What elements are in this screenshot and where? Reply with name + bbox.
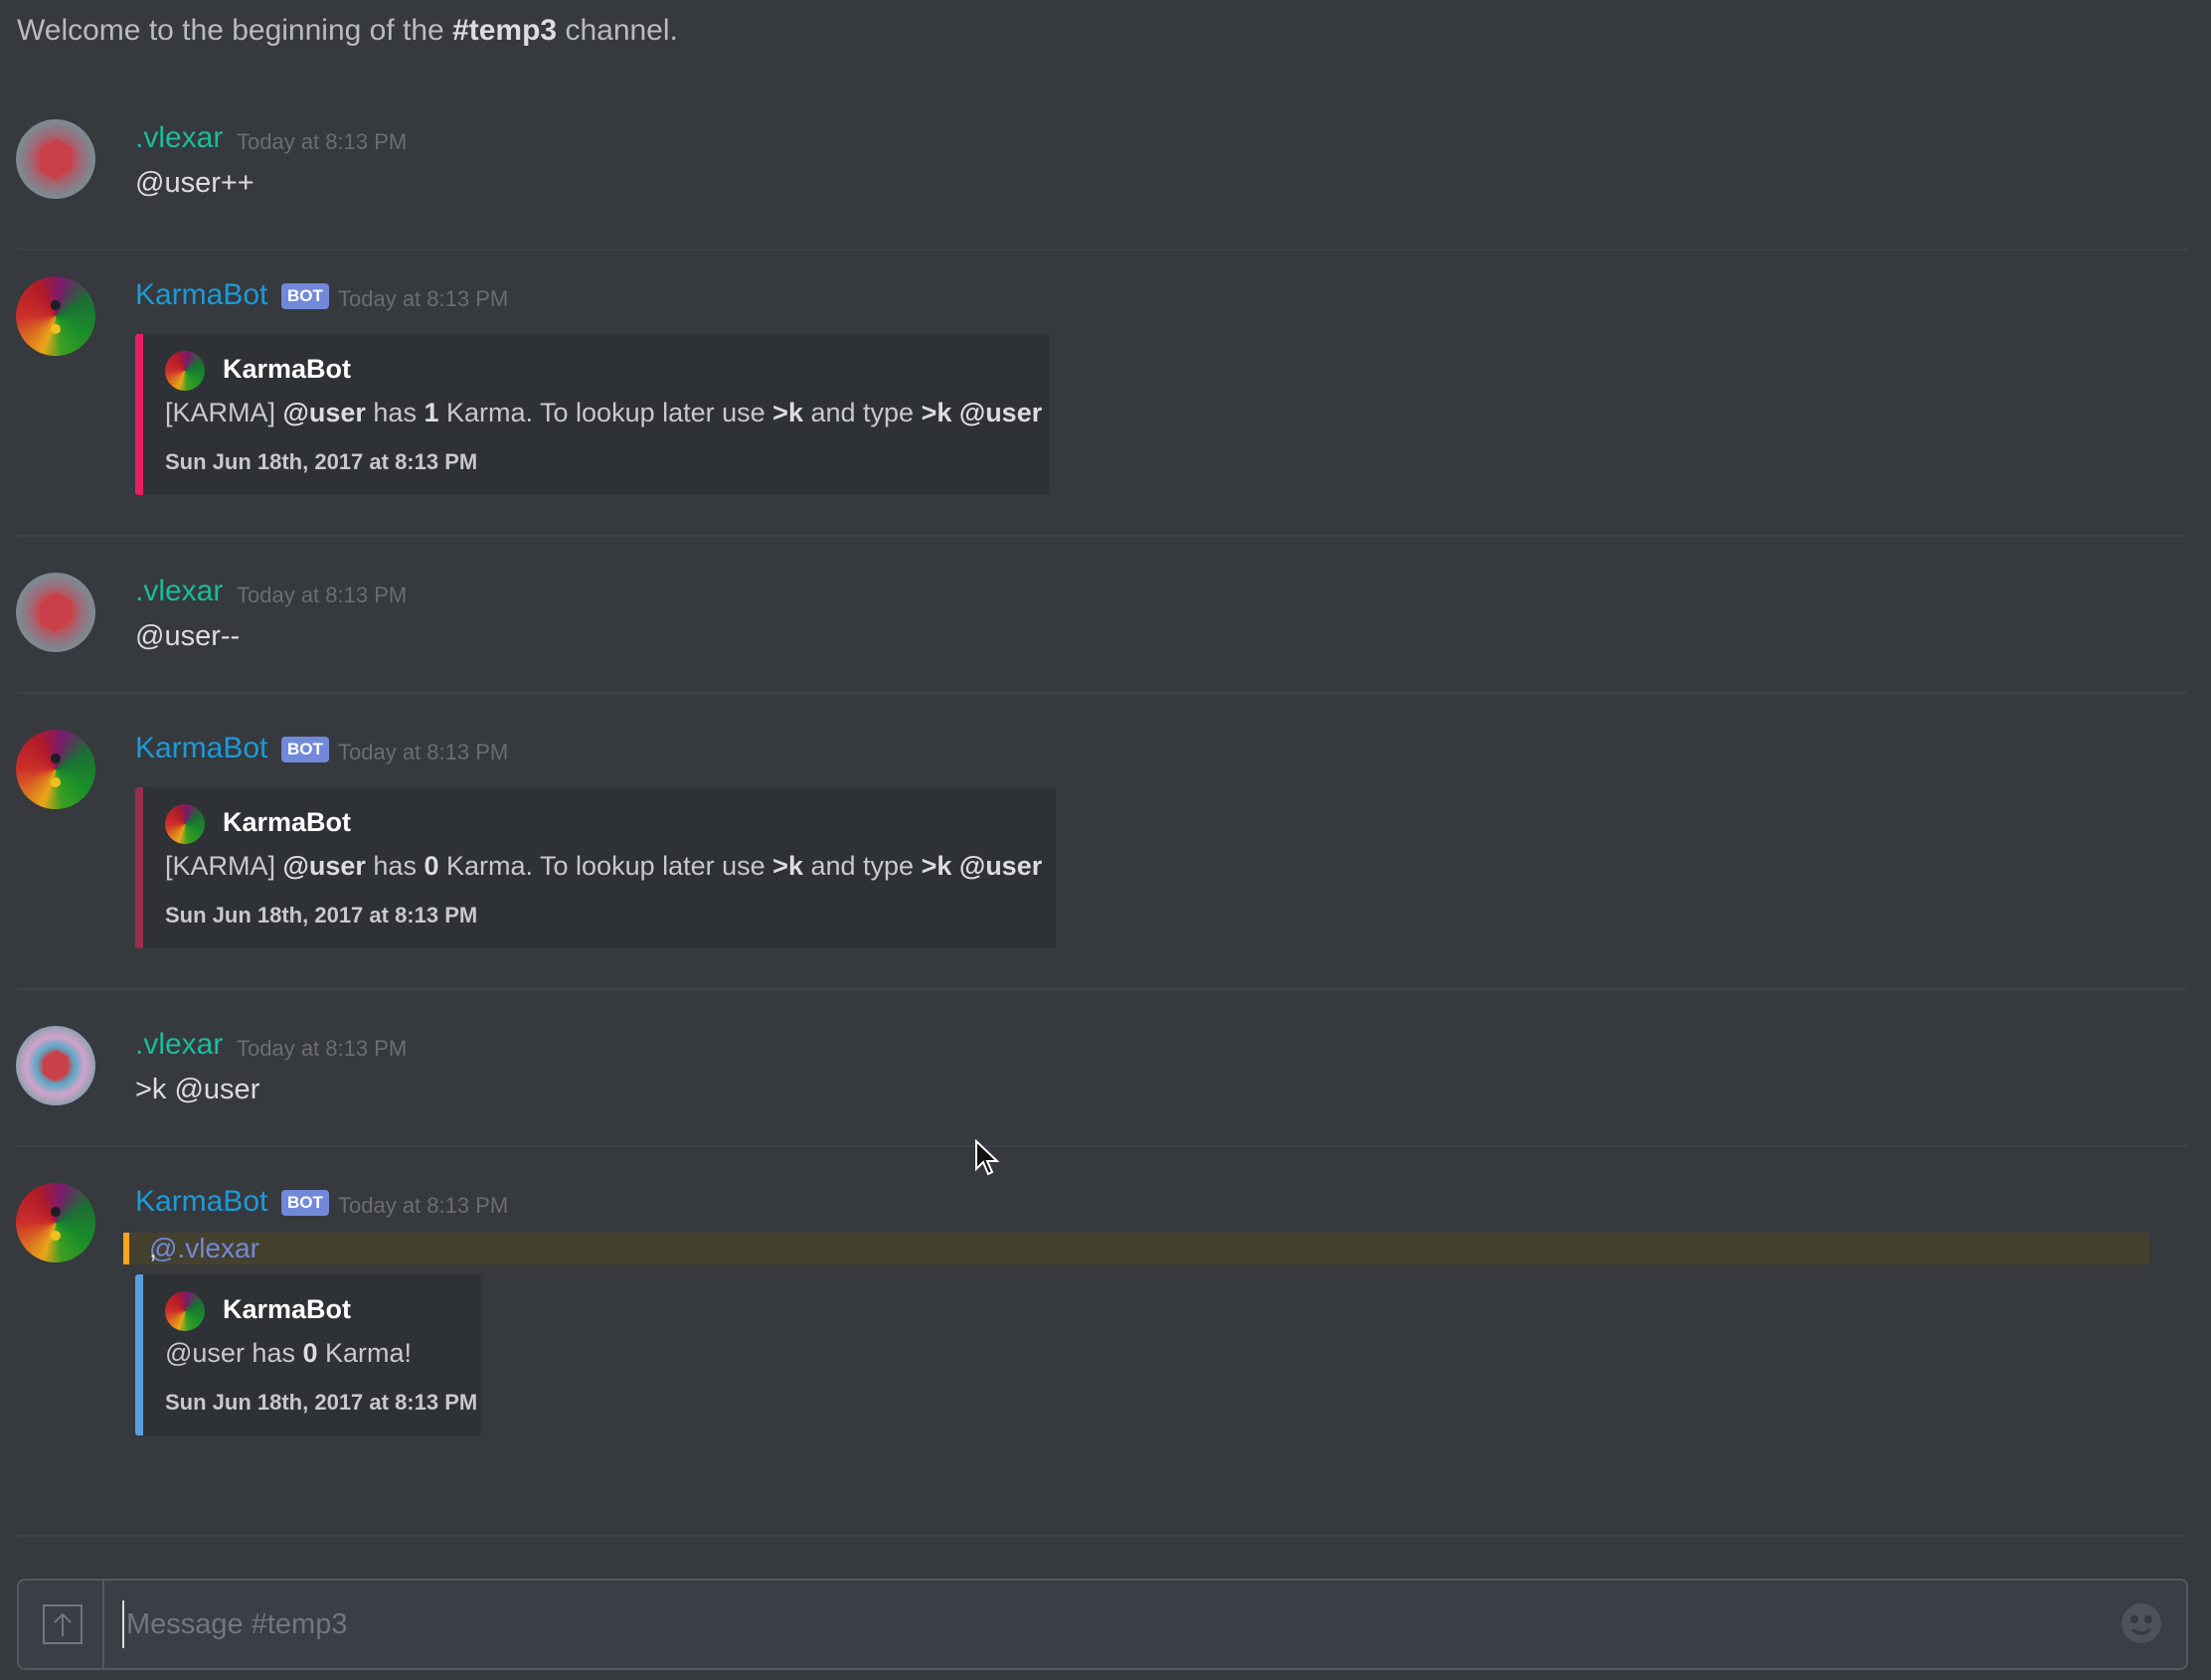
embed-author-avatar xyxy=(165,351,205,391)
message-divider xyxy=(17,692,2187,694)
message-divider xyxy=(17,249,2187,251)
message-divider xyxy=(17,1535,2187,1537)
desc-text: @user has xyxy=(165,1338,303,1368)
desc-command: >k xyxy=(772,851,803,881)
message-timestamp: Today at 8:13 PM xyxy=(338,1193,509,1218)
welcome-prefix: Welcome to the beginning of the xyxy=(17,14,453,47)
message-content: @user++ xyxy=(135,167,255,199)
welcome-channel-name: #temp3 xyxy=(452,14,558,47)
message-author[interactable]: KarmaBot xyxy=(135,732,267,765)
embed-description: @user has 0 Karma! xyxy=(165,1338,412,1369)
embed-footer: Sun Jun 18th, 2017 at 8:13 PM xyxy=(165,903,478,927)
desc-text: Karma. To lookup later use xyxy=(438,851,773,881)
embed-author-avatar xyxy=(165,1291,205,1331)
desc-text: [KARMA] xyxy=(165,398,283,427)
embed-description: [KARMA] @user has 0 Karma. To lookup lat… xyxy=(165,851,1042,882)
embed: KarmaBot [KARMA] @user has 0 Karma. To l… xyxy=(135,787,1056,948)
message-author[interactable]: KarmaBot xyxy=(135,1185,267,1219)
avatar[interactable] xyxy=(16,730,95,809)
channel-welcome: Welcome to the beginning of the #temp3 c… xyxy=(17,14,678,48)
mention-highlight: @.vlexar, xyxy=(123,1233,2149,1264)
desc-text: has xyxy=(365,398,425,427)
desc-text: has xyxy=(365,851,425,881)
embed-author: KarmaBot xyxy=(223,354,352,384)
desc-command: >k @user xyxy=(921,851,1043,881)
message-timestamp: Today at 8:13 PM xyxy=(338,286,509,311)
mention-suffix: , xyxy=(149,1233,157,1263)
embed: KarmaBot @user has 0 Karma! Sun Jun 18th… xyxy=(135,1274,481,1435)
desc-command: >k @user xyxy=(921,398,1043,427)
upload-icon[interactable] xyxy=(41,1602,85,1646)
embed-description: [KARMA] @user has 1 Karma. To lookup lat… xyxy=(165,398,1042,428)
bot-badge: BOT xyxy=(281,737,329,762)
avatar[interactable] xyxy=(16,1183,95,1262)
message-content: @user-- xyxy=(135,620,241,652)
mouse-cursor-icon xyxy=(975,1139,1000,1176)
desc-mention: @user xyxy=(282,398,366,427)
message-composer xyxy=(17,1579,2188,1670)
message-divider xyxy=(17,1145,2187,1147)
avatar[interactable] xyxy=(16,573,95,652)
avatar[interactable] xyxy=(16,276,95,356)
desc-text: and type xyxy=(810,398,922,427)
desc-text: and type xyxy=(810,851,922,881)
desc-text: [KARMA] xyxy=(165,851,283,881)
emoji-icon[interactable] xyxy=(2117,1598,2166,1648)
message-divider xyxy=(17,988,2187,990)
embed-author: KarmaBot xyxy=(223,807,352,837)
embed-author: KarmaBot xyxy=(223,1294,352,1324)
desc-karma-value: 1 xyxy=(424,398,439,427)
message-content: >k @user xyxy=(135,1074,260,1105)
avatar[interactable] xyxy=(16,1026,95,1105)
message-timestamp: Today at 8:13 PM xyxy=(237,129,408,154)
embed-author-avatar xyxy=(165,804,205,844)
desc-mention: @user xyxy=(282,851,366,881)
desc-text: Karma! xyxy=(317,1338,413,1368)
welcome-suffix: channel. xyxy=(557,14,678,47)
embed-footer: Sun Jun 18th, 2017 at 8:13 PM xyxy=(165,1390,478,1415)
embed-footer: Sun Jun 18th, 2017 at 8:13 PM xyxy=(165,449,478,474)
message-author[interactable]: KarmaBot xyxy=(135,278,267,312)
message-timestamp: Today at 8:13 PM xyxy=(338,740,509,764)
avatar[interactable] xyxy=(16,119,95,199)
desc-karma-value: 0 xyxy=(302,1338,318,1368)
desc-karma-value: 0 xyxy=(424,851,439,881)
bot-badge: BOT xyxy=(281,1190,329,1216)
message-author[interactable]: .vlexar xyxy=(135,575,223,608)
message-timestamp: Today at 8:13 PM xyxy=(237,583,408,607)
message-author[interactable]: .vlexar xyxy=(135,1028,223,1062)
desc-text: Karma. To lookup later use xyxy=(438,398,773,427)
embed: KarmaBot [KARMA] @user has 1 Karma. To l… xyxy=(135,334,1050,495)
bot-badge: BOT xyxy=(281,283,329,309)
message-input[interactable] xyxy=(122,1600,2077,1648)
upload-button[interactable] xyxy=(19,1581,104,1668)
message-divider xyxy=(17,535,2187,537)
message-author[interactable]: .vlexar xyxy=(135,121,223,155)
user-mention[interactable]: @.vlexar xyxy=(149,1233,259,1264)
desc-command: >k xyxy=(772,398,803,427)
message-timestamp: Today at 8:13 PM xyxy=(237,1036,408,1061)
